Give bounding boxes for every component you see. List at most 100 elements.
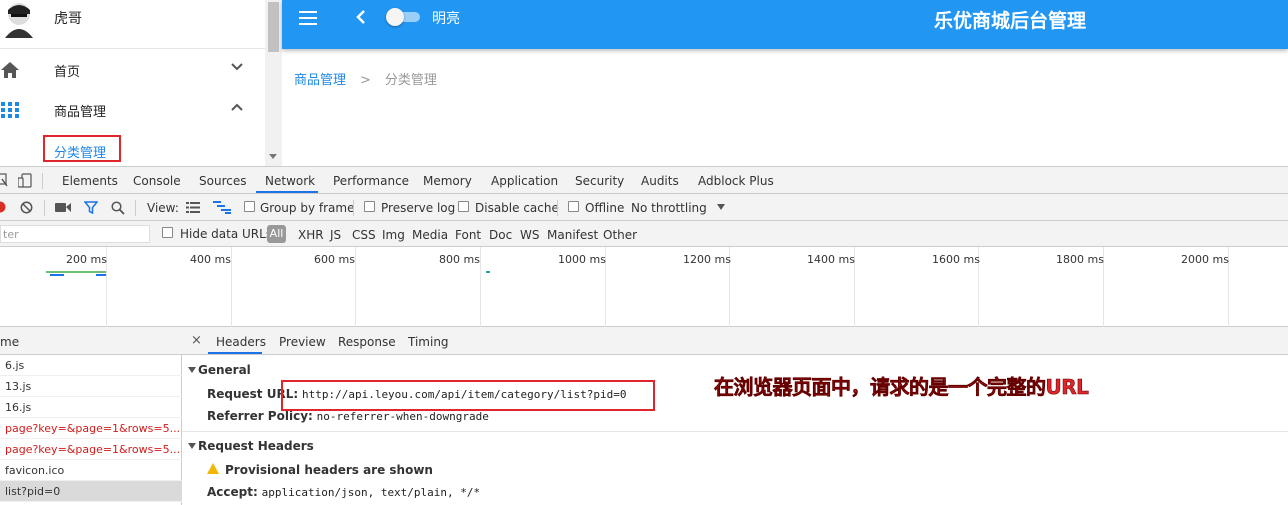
chevron-up-icon[interactable] (230, 100, 244, 114)
search-icon[interactable] (111, 201, 125, 215)
user-profile[interactable]: 虎哥 (0, 0, 265, 49)
timeline-gridline (480, 247, 481, 327)
tab-network[interactable]: Network (265, 174, 315, 188)
filter-type-js[interactable]: JS (330, 228, 341, 242)
filter-type-font[interactable]: Font (455, 228, 481, 242)
filter-placeholder: ter (3, 228, 19, 241)
tab-security[interactable]: Security (575, 174, 624, 188)
clear-icon[interactable] (20, 201, 33, 214)
offline-checkbox[interactable] (568, 201, 579, 212)
request-row[interactable]: 6.js (0, 355, 182, 376)
tab-timing[interactable]: Timing (408, 335, 449, 349)
tab-console[interactable]: Console (133, 174, 181, 188)
separator (44, 200, 45, 216)
filter-type-media[interactable]: Media (412, 228, 448, 242)
filter-icon[interactable] (84, 201, 98, 214)
request-row[interactable]: page?key=&page=1&rows=5... (0, 418, 182, 439)
throttling-select[interactable]: No throttling (631, 201, 707, 215)
section-divider (182, 431, 1288, 432)
timeline-tick: 1200 ms (683, 253, 731, 266)
filter-bar: ter Hide data URLs All XHR JS CSS Img Me… (0, 221, 1288, 247)
filter-type-img[interactable]: Img (382, 228, 405, 242)
filter-input[interactable]: ter (0, 225, 150, 243)
timeline-tick: 1000 ms (558, 253, 606, 266)
network-timeline[interactable]: 200 ms 400 ms 600 ms 800 ms 1000 ms 1200… (0, 247, 1288, 327)
tab-preview[interactable]: Preview (279, 335, 326, 349)
referrer-policy-key: Referrer Policy: (207, 409, 313, 423)
timeline-tick: 400 ms (190, 253, 231, 266)
screenshot-camera-icon[interactable] (55, 202, 71, 213)
grid-icon (1, 102, 19, 118)
offline-label: Offline (585, 201, 625, 215)
tab-performance[interactable]: Performance (333, 174, 409, 188)
request-row[interactable]: favicon.ico (0, 460, 182, 481)
sidebar-scroll-thumb[interactable] (268, 2, 279, 52)
waterfall-bar (486, 271, 490, 273)
tab-sources[interactable]: Sources (199, 174, 246, 188)
sidebar-item-home[interactable]: 首页 (0, 49, 265, 89)
request-list: me 6.js 13.js 16.js page?key=&page=1&row… (0, 327, 182, 505)
filter-type-xhr[interactable]: XHR (298, 228, 324, 242)
referrer-policy-row: Referrer Policy: no-referrer-when-downgr… (207, 409, 489, 423)
user-name: 虎哥 (54, 11, 82, 27)
breadcrumb-separator: > (360, 73, 371, 88)
dropdown-arrow-icon[interactable] (717, 204, 725, 210)
inspect-element-icon[interactable] (0, 173, 8, 187)
preserve-log-checkbox[interactable] (364, 201, 375, 212)
timeline-tick: 2000 ms (1181, 253, 1229, 266)
warning-icon (207, 463, 219, 474)
close-icon[interactable]: × (191, 333, 202, 348)
request-headers-section-title[interactable]: Request Headers (198, 439, 314, 453)
theme-toggle[interactable] (386, 8, 422, 26)
menu-icon[interactable] (299, 11, 317, 25)
waterfall-overview-icon[interactable] (213, 201, 231, 214)
network-toolbar: View: Group by frame Preserve log Disabl… (0, 194, 1288, 221)
sidebar: 虎哥 首页 商品管理 分类管理 (0, 0, 265, 166)
filter-type-manifest[interactable]: Manifest (547, 228, 598, 242)
sidebar-item-goods[interactable]: 商品管理 (0, 89, 265, 129)
hide-data-urls-checkbox[interactable] (162, 227, 173, 238)
filter-type-other[interactable]: Other (603, 228, 637, 242)
request-row[interactable]: 16.js (0, 397, 182, 418)
tab-adblock-plus[interactable]: Adblock Plus (698, 174, 774, 188)
waterfall-bar (46, 271, 106, 273)
request-row-selected[interactable]: list?pid=0 (0, 481, 182, 502)
device-toolbar-icon[interactable] (18, 173, 32, 188)
request-row[interactable]: 13.js (0, 376, 182, 397)
tab-elements[interactable]: Elements (62, 174, 118, 188)
provisional-warning: Provisional headers are shown (225, 463, 433, 477)
tab-memory[interactable]: Memory (423, 174, 472, 188)
sidebar-subitem-category[interactable]: 分类管理 (43, 135, 121, 162)
filter-type-css[interactable]: CSS (352, 228, 376, 242)
breadcrumb-parent[interactable]: 商品管理 (294, 73, 346, 88)
devtools-panel: Elements Console Sources Network Perform… (0, 166, 1288, 505)
general-section-title[interactable]: General (198, 363, 251, 377)
chevron-down-icon[interactable] (230, 60, 244, 74)
record-icon[interactable] (0, 201, 6, 213)
scroll-down-arrow-icon[interactable] (269, 154, 277, 159)
tab-response[interactable]: Response (338, 335, 396, 349)
tab-application[interactable]: Application (491, 174, 558, 188)
filter-type-all[interactable]: All (267, 225, 286, 243)
timeline-tick: 800 ms (439, 253, 480, 266)
separator (353, 200, 354, 216)
large-rows-icon[interactable] (186, 202, 200, 213)
group-by-frame-checkbox[interactable] (244, 201, 255, 212)
tab-audits[interactable]: Audits (641, 174, 679, 188)
timeline-tick: 1800 ms (1056, 253, 1104, 266)
disable-cache-checkbox[interactable] (458, 201, 469, 212)
filter-type-doc[interactable]: Doc (489, 228, 512, 242)
request-list-header[interactable]: me (0, 327, 182, 355)
tab-headers[interactable]: Headers (216, 335, 266, 349)
chevron-left-icon[interactable] (354, 9, 368, 25)
request-detail-panel: × Headers Preview Response Timing Genera… (182, 327, 1288, 505)
expand-triangle-icon[interactable] (188, 443, 196, 449)
devtools-tabbar: Elements Console Sources Network Perform… (0, 167, 1288, 194)
accept-key: Accept: (207, 485, 258, 499)
request-row[interactable]: page?key=&page=1&rows=5... (0, 439, 182, 460)
theme-label: 明亮 (432, 11, 460, 27)
timeline-gridline (231, 247, 232, 327)
filter-type-ws[interactable]: WS (520, 228, 539, 242)
preserve-log-label: Preserve log (381, 201, 456, 215)
expand-triangle-icon[interactable] (188, 367, 196, 373)
